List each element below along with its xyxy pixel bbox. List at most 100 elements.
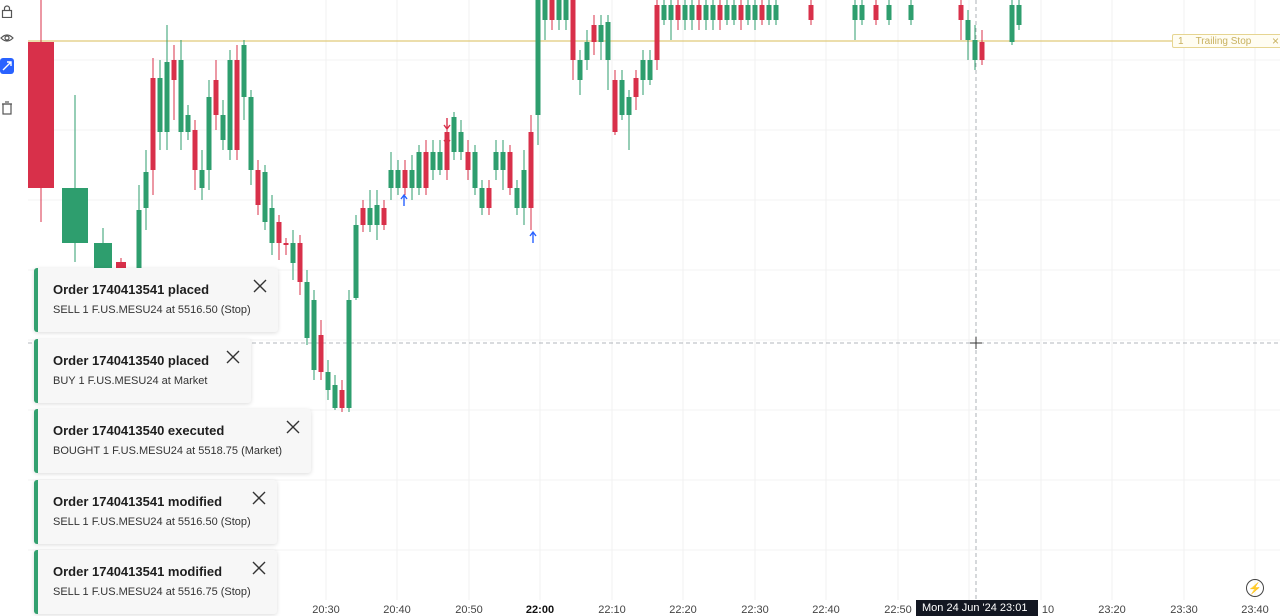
notification-body: BUY 1 F.US.MESU24 at Market: [53, 375, 208, 387]
notification-body: SELL 1 F.US.MESU24 at 5516.50 (Stop): [53, 516, 251, 528]
candle-body: [297, 243, 303, 282]
candle-body: [318, 335, 324, 372]
trailing-stop-number: 1: [1178, 36, 1184, 47]
candle-body: [689, 5, 695, 20]
time-axis-label: 23:40: [1241, 604, 1269, 616]
close-icon[interactable]: [225, 349, 241, 365]
time-axis-label: 22:00: [525, 604, 555, 616]
candle-body: [430, 152, 436, 170]
link-icon: [2, 61, 12, 71]
close-icon[interactable]: [252, 278, 268, 294]
crosshair-center-icon: [970, 337, 982, 349]
candle-body: [227, 60, 233, 150]
order-notification[interactable]: Order 1740413541 modified SELL 1 F.US.ME…: [34, 550, 277, 614]
candle-body: [521, 170, 527, 208]
crosshair-time-label: Mon 24 Jun '24 23:01: [916, 600, 1038, 616]
notification-body: SELL 1 F.US.MESU24 at 5516.50 (Stop): [53, 304, 251, 316]
candle-body: [423, 152, 429, 188]
candle-body: [409, 170, 415, 188]
close-icon[interactable]: [251, 490, 267, 506]
trash-tool-button[interactable]: [0, 100, 14, 116]
order-notification[interactable]: Order 1740413541 placed SELL 1 F.US.MESU…: [34, 268, 278, 332]
candle-body: [563, 0, 569, 20]
candle-body: [276, 222, 282, 243]
price-chart[interactable]: 1 Trailing Stop × Order 1740413541 placed…: [0, 0, 1280, 616]
candle-body: [199, 170, 205, 188]
candle-body: [535, 0, 541, 115]
notification-title: Order 1740413541 placed: [53, 282, 210, 297]
candle-body: [570, 0, 576, 60]
candle-body: [234, 60, 240, 150]
candle-body: [402, 170, 408, 188]
candle-body: [619, 80, 625, 115]
candle-body: [633, 78, 639, 97]
link-tool-button[interactable]: [0, 58, 14, 74]
candle-body: [486, 188, 492, 208]
candle-body: [972, 40, 978, 60]
candle-body: [738, 5, 744, 20]
candle-body: [710, 5, 716, 20]
time-axis-label: 22:50: [884, 604, 912, 616]
lightning-icon[interactable]: ⚡: [1246, 579, 1264, 597]
drawing-toolbar: [0, 0, 18, 130]
candle-body: [311, 300, 317, 370]
lock-icon: [1, 4, 13, 18]
candle-body: [290, 243, 296, 263]
trailing-stop-label[interactable]: 1 Trailing Stop: [1172, 34, 1280, 48]
candle-body: [178, 60, 184, 132]
candle-body: [605, 22, 611, 60]
notification-title: Order 1740413540 executed: [53, 423, 225, 438]
candle-body: [584, 42, 590, 60]
close-icon[interactable]: [251, 560, 267, 576]
candle-body: [675, 5, 681, 20]
candle-body: [626, 97, 632, 115]
candle-body: [682, 5, 688, 20]
eye-icon: [0, 34, 14, 42]
candle-body: [262, 172, 268, 222]
notification-title: Order 1740413541 modified: [53, 564, 223, 579]
candle-body: [745, 5, 751, 20]
candle-body: [255, 170, 261, 205]
candle-body: [591, 25, 597, 42]
order-notification[interactable]: Order 1740413540 executed BOUGHT 1 F.US.…: [34, 409, 311, 473]
candle-body: [283, 243, 289, 245]
candle-body: [164, 62, 170, 132]
candle-body: [528, 132, 534, 208]
time-axis-label: 23:20: [1098, 604, 1126, 616]
time-axis-label: 22:30: [741, 604, 769, 616]
candle-body: [220, 115, 226, 140]
candle-body: [346, 300, 352, 408]
time-axis-label: 20:40: [383, 604, 411, 616]
candle-body: [206, 97, 212, 170]
candle-body: [507, 152, 513, 188]
candle-body: [360, 208, 366, 225]
order-notification[interactable]: Order 1740413540 placed BUY 1 F.US.MESU2…: [34, 339, 251, 403]
lock-tool-button[interactable]: [0, 3, 14, 19]
candle-body: [612, 80, 618, 132]
candle-body: [556, 0, 562, 20]
candle-body: [958, 5, 964, 20]
trash-icon: [2, 101, 12, 115]
close-icon[interactable]: [285, 419, 301, 435]
candle-body: [886, 5, 892, 20]
candle-body: [192, 130, 198, 170]
candle-body: [388, 170, 394, 188]
candle-body: [852, 5, 858, 20]
eye-tool-button[interactable]: [0, 30, 14, 46]
candle-body: [500, 152, 506, 170]
trailing-stop-text: Trailing Stop: [1195, 36, 1252, 47]
order-notification[interactable]: Order 1740413541 modified SELL 1 F.US.ME…: [34, 480, 277, 544]
trailing-stop-close-icon[interactable]: ×: [1272, 34, 1279, 48]
candle-body: [549, 0, 555, 20]
candle-body: [136, 210, 142, 268]
candle-body: [416, 152, 422, 188]
time-axis-label: 20:50: [455, 604, 483, 616]
candle-body: [185, 115, 191, 132]
time-axis-label: 22:20: [669, 604, 697, 616]
candle-body: [647, 60, 653, 80]
candle-body: [94, 243, 112, 268]
notification-body: BOUGHT 1 F.US.MESU24 at 5518.75 (Market): [53, 445, 283, 457]
notification-title: Order 1740413541 modified: [53, 494, 223, 509]
candle-body: [325, 372, 331, 390]
candle-body: [269, 208, 275, 243]
